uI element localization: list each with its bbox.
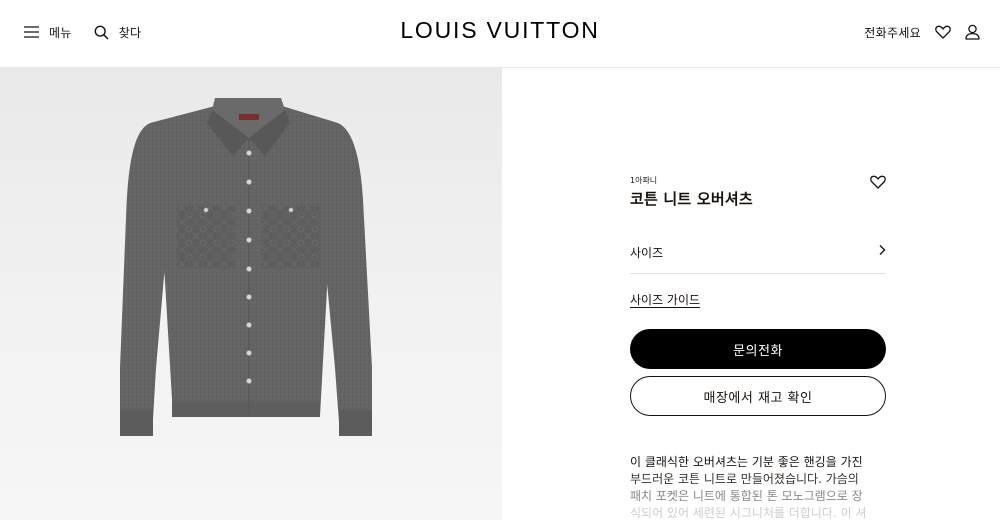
size-label: 사이즈: [630, 246, 664, 260]
call-us-link[interactable]: 전화주세요: [864, 24, 921, 41]
description-line: 이 클래식한 오버셔츠는 기분 좋은 핸깅을 가진: [630, 455, 863, 469]
size-selector[interactable]: 사이즈: [630, 234, 886, 274]
product-info-panel: 1아파니 코튼 니트 오버셔츠 사이즈 사이즈 가이드 문의전화 매장에서 재고…: [502, 68, 1000, 520]
knit-overshirt-image: [120, 98, 372, 436]
chevron-right-icon: [878, 244, 886, 256]
heart-icon[interactable]: [870, 174, 886, 190]
search-icon: [94, 25, 109, 40]
heart-icon[interactable]: [935, 25, 951, 39]
product-image-area[interactable]: [0, 68, 502, 520]
brand-logo[interactable]: LOUIS VUITTON: [0, 17, 1000, 44]
product-title: 코튼 니트 오버셔츠: [630, 190, 753, 208]
description-line: 식되어 있어 세련된 시그니처를 더합니다. 이 셔: [630, 506, 867, 520]
header-left-group: 메뉴 찾다: [24, 0, 141, 64]
size-guide-link[interactable]: 사이즈 가이드: [630, 291, 700, 308]
call-inquiry-button[interactable]: 문의전화: [630, 329, 886, 369]
description-line: 부드러운 코튼 니트로 만들어졌습니다. 가슴의: [630, 472, 859, 486]
user-icon[interactable]: [965, 24, 980, 40]
menu-button[interactable]: 메뉴: [24, 24, 72, 41]
product-description: 이 클래식한 오버셔츠는 기분 좋은 핸깅을 가진 부드러운 코튼 니트로 만들…: [630, 454, 886, 520]
menu-label: 메뉴: [49, 25, 72, 40]
product-sku: 1아파니: [630, 176, 658, 185]
check-store-stock-button[interactable]: 매장에서 재고 확인: [630, 376, 886, 416]
search-button[interactable]: 찾다: [94, 24, 142, 41]
menu-icon: [24, 26, 39, 38]
description-line: 패치 포켓은 니트에 통합된 톤 모노그램으로 장: [630, 489, 863, 503]
site-header: 메뉴 찾다 LOUIS VUITTON 전화주세요: [0, 0, 1000, 68]
search-label: 찾다: [118, 25, 142, 40]
header-right-group: 전화주세요: [864, 0, 980, 64]
